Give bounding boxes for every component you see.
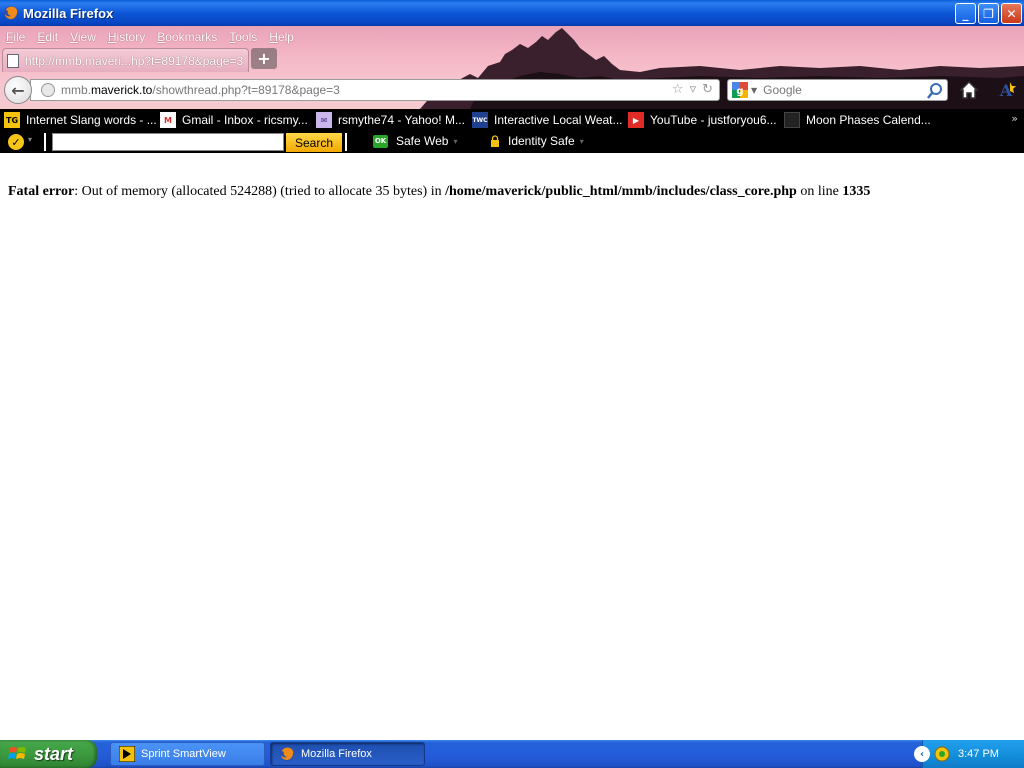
globe-icon <box>41 83 55 97</box>
bookmark-label: Interactive Local Weat... <box>494 113 623 127</box>
url-path: /showthread.php?t=89178&page=3 <box>152 83 340 97</box>
toolbar-separator <box>345 133 347 151</box>
back-button[interactable]: ← <box>4 76 32 104</box>
close-button[interactable]: ✕ <box>1001 3 1022 24</box>
window-titlebar[interactable]: Mozilla Firefox _ ❐ ✕ <box>0 0 1024 26</box>
bookmark-label: YouTube - justforyou6... <box>650 113 777 127</box>
taskbar-item-sprint-smartview[interactable]: Sprint SmartView <box>110 742 265 766</box>
google-icon: g <box>732 82 748 98</box>
fatal-error-message: Fatal error: Out of memory (allocated 52… <box>8 184 870 200</box>
safe-web-ok-icon: OK <box>373 134 388 148</box>
youtube-icon: ▶ <box>628 112 644 128</box>
browser-chrome: File Edit View History Bookmarks Tools H… <box>0 26 1024 109</box>
navigation-bar: mmb.maverick.to/showthread.php?t=89178&p… <box>0 75 1024 105</box>
bookmarks-toolbar: TG Internet Slang words - ... M Gmail - … <box>0 109 1024 131</box>
tg-icon: TG <box>4 112 20 128</box>
show-hidden-icons-button[interactable]: ‹ <box>914 746 930 762</box>
task-label: Mozilla Firefox <box>301 748 372 760</box>
firefox-icon <box>280 747 294 761</box>
addon-icon[interactable]: A <box>994 79 1018 101</box>
search-engine-dropdown-icon[interactable]: ▼ <box>751 86 757 95</box>
url-host: maverick.to <box>91 83 153 97</box>
menu-history[interactable]: History <box>102 28 151 46</box>
bookmark-item[interactable]: TG Internet Slang words - ... <box>4 112 157 128</box>
sprint-icon <box>119 746 135 762</box>
gmail-icon: M <box>160 112 176 128</box>
url-text: mmb.maverick.to/showthread.php?t=89178&p… <box>61 83 340 97</box>
identity-safe-button[interactable]: Identity Safe ▾ <box>490 134 584 148</box>
norton-search-button[interactable]: Search <box>286 133 342 152</box>
lock-icon <box>491 135 499 147</box>
search-icon[interactable] <box>926 82 944 100</box>
menu-file[interactable]: File <box>0 28 31 46</box>
window-title: Mozilla Firefox <box>23 5 114 21</box>
start-button[interactable]: start <box>0 740 97 768</box>
system-tray: ‹ 3:47 PM <box>914 740 1024 768</box>
bookmark-item[interactable]: ✉ rsmythe74 - Yahoo! M... <box>316 112 465 128</box>
reload-icon[interactable]: ↻ <box>702 82 713 97</box>
bookmarks-overflow-icon[interactable]: » <box>1011 112 1018 125</box>
twc-icon: TWC <box>472 112 488 128</box>
menu-bar: File Edit View History Bookmarks Tools H… <box>0 28 300 46</box>
menu-bookmarks[interactable]: Bookmarks <box>151 28 223 46</box>
start-label: start <box>34 743 74 764</box>
firefox-icon <box>4 6 18 20</box>
chevron-down-icon: ▾ <box>579 136 584 146</box>
bookmark-item[interactable]: ▶ YouTube - justforyou6... <box>628 112 777 128</box>
error-online: on line <box>796 184 843 199</box>
error-line-number: 1335 <box>842 184 871 199</box>
bookmark-label: Moon Phases Calend... <box>806 113 931 127</box>
svg-text:g: g <box>736 86 743 97</box>
url-bar[interactable]: mmb.maverick.to/showthread.php?t=89178&p… <box>30 79 720 101</box>
bookmark-label: Gmail - Inbox - ricsmy... <box>182 113 308 127</box>
page-icon <box>7 53 19 68</box>
tab-label: http://mmb.maveri...hp?t=89178&page=3 <box>25 53 244 68</box>
error-label: Fatal error <box>8 184 75 199</box>
history-dropdown-icon[interactable]: ▿ <box>690 82 697 97</box>
error-path: /home/maverick/public_html/mmb/includes/… <box>445 184 797 199</box>
safe-web-button[interactable]: OK Safe Web ▾ <box>373 134 458 148</box>
bookmark-item[interactable]: TWC Interactive Local Weat... <box>472 112 623 128</box>
bookmark-item[interactable]: Moon Phases Calend... <box>784 112 931 128</box>
task-label: Sprint SmartView <box>141 748 226 760</box>
network-icon[interactable] <box>934 746 950 762</box>
windows-logo-icon <box>8 747 26 759</box>
search-placeholder: Google <box>763 83 802 97</box>
error-message: : Out of memory (allocated 524288) (trie… <box>74 184 446 199</box>
envelope-icon: ✉ <box>316 112 332 128</box>
norton-toolbar: ✓ ▾ Search OK Safe Web ▾ Identity Safe ▾ <box>0 131 1024 153</box>
chevron-down-icon[interactable]: ▾ <box>28 135 32 144</box>
menu-edit[interactable]: Edit <box>31 28 64 46</box>
checkmark-icon[interactable]: ✓ <box>8 134 24 150</box>
minimize-button[interactable]: _ <box>955 3 976 24</box>
moon-icon <box>784 112 800 128</box>
home-icon[interactable] <box>958 79 980 101</box>
maximize-button[interactable]: ❐ <box>978 3 999 24</box>
clock[interactable]: 3:47 PM <box>958 748 999 760</box>
menu-view[interactable]: View <box>64 28 102 46</box>
identity-safe-label: Identity Safe <box>508 134 575 148</box>
toolbar-separator <box>44 133 46 151</box>
url-prefix: mmb. <box>61 83 91 97</box>
back-arrow-icon: ← <box>11 80 25 100</box>
tab-active[interactable]: http://mmb.maveri...hp?t=89178&page=3 <box>2 48 249 72</box>
bookmark-label: rsmythe74 - Yahoo! M... <box>338 113 465 127</box>
search-bar[interactable]: g ▼ Google <box>727 79 948 101</box>
new-tab-button[interactable]: + <box>251 48 277 69</box>
bookmark-item[interactable]: M Gmail - Inbox - ricsmy... <box>160 112 308 128</box>
menu-help[interactable]: Help <box>263 28 300 46</box>
chevron-down-icon: ▾ <box>453 136 458 146</box>
page-content: Fatal error: Out of memory (allocated 52… <box>0 153 1024 740</box>
bookmark-star-icon[interactable]: ☆ <box>672 82 684 97</box>
taskbar-item-mozilla-firefox[interactable]: Mozilla Firefox <box>270 742 425 766</box>
safe-web-label: Safe Web <box>396 134 449 148</box>
menu-tools[interactable]: Tools <box>223 28 263 46</box>
bookmark-label: Internet Slang words - ... <box>26 113 157 127</box>
norton-search-input[interactable] <box>52 133 284 151</box>
windows-taskbar: start Sprint SmartView Mozilla Firefox ‹… <box>0 740 1024 768</box>
